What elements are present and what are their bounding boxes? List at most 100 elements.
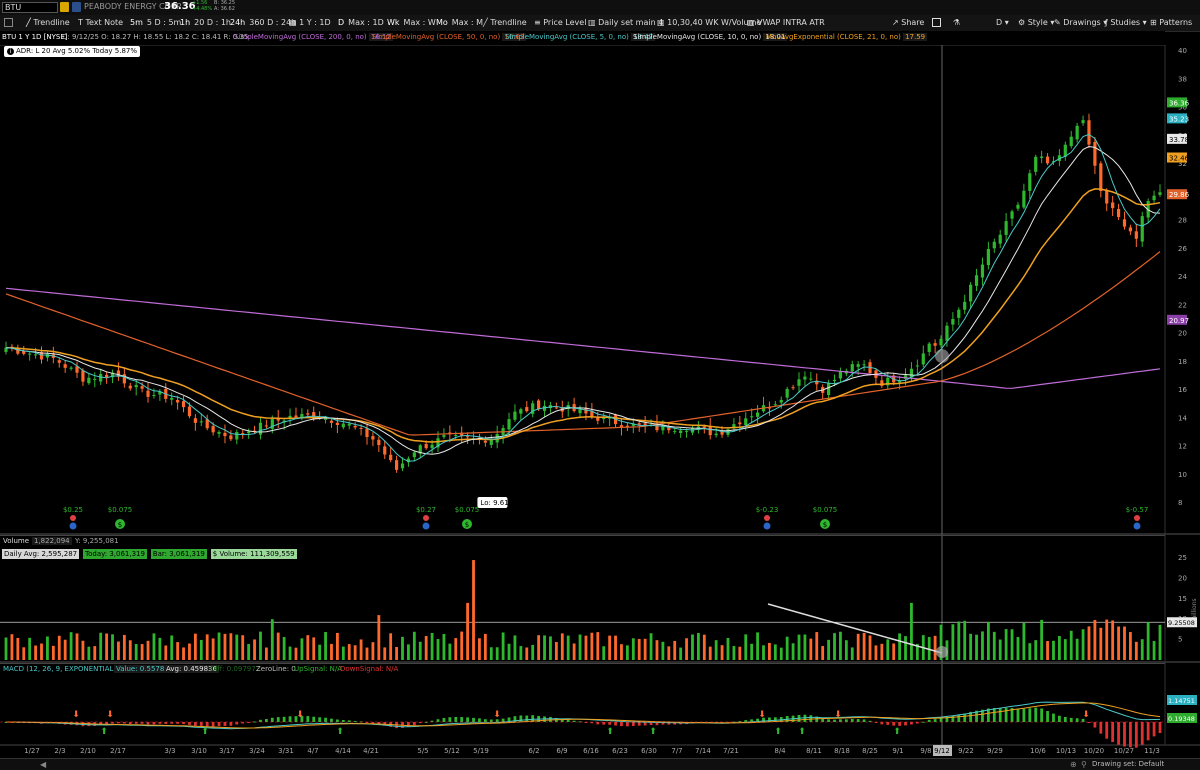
drawing-set[interactable]: Drawing set: Default: [1092, 760, 1164, 768]
volume-bar: [975, 634, 978, 660]
earnings-icon[interactable]: [70, 515, 76, 521]
candle: [525, 407, 529, 412]
macd-histogram-bar: [211, 722, 215, 727]
candle: [797, 379, 801, 386]
volume-bar: [596, 632, 600, 660]
candle: [1093, 141, 1097, 166]
volume-bar: [1146, 622, 1150, 660]
candle: [235, 432, 239, 440]
macd-histogram-bar: [1129, 722, 1132, 748]
candle: [389, 454, 393, 461]
candle: [679, 430, 683, 433]
volume-bar: [904, 636, 907, 660]
candle: [400, 463, 405, 469]
volume-bar: [158, 637, 162, 660]
macd-histogram-bar: [1146, 722, 1150, 741]
upsignal-arrow-icon: ⬆: [649, 727, 657, 737]
zoom-icon[interactable]: ⊕: [1070, 760, 1077, 769]
volume-y-readout: Y: 9,255,081: [75, 537, 119, 545]
volume-bar: [170, 635, 174, 660]
candle: [1128, 227, 1133, 232]
volume-bar: [620, 644, 623, 660]
volume-bar: [199, 639, 203, 660]
x-axis-tick: 10/6: [1030, 747, 1046, 755]
earnings-info-icon[interactable]: [763, 522, 771, 530]
candle: [974, 275, 979, 286]
volume-bar: [637, 638, 641, 660]
candle: [383, 446, 387, 455]
candle: [93, 378, 97, 380]
volume-bar: [910, 602, 913, 660]
candle: [187, 406, 192, 417]
volume-bar: [750, 643, 754, 660]
volume-bar: [566, 635, 570, 660]
volume-bar: [720, 645, 724, 660]
volume-bar: [81, 640, 85, 660]
price-axis-tick: 14: [1178, 414, 1187, 422]
volume-bar: [436, 639, 440, 660]
candle: [146, 390, 150, 397]
earnings-info-icon[interactable]: [69, 522, 77, 530]
candle: [264, 425, 268, 427]
earnings-info-icon[interactable]: [1133, 522, 1141, 530]
volume-bar: [608, 635, 612, 660]
x-axis-tick: 8/25: [862, 747, 878, 755]
earnings-icon[interactable]: [423, 515, 429, 521]
upsignal-arrow-icon: ⬆: [201, 727, 209, 737]
volume-bar: [211, 638, 215, 660]
volume-bar: [963, 620, 967, 660]
volume-bar: [347, 644, 351, 660]
candle: [199, 421, 203, 423]
macd-histogram-bar: [927, 719, 931, 722]
scroll-left-icon[interactable]: ◀: [40, 760, 46, 769]
candle: [211, 426, 215, 433]
candle: [377, 439, 381, 446]
event-label: $0.075: [813, 506, 838, 514]
volume-bar: [105, 633, 109, 660]
crosshair-marker[interactable]: [935, 349, 949, 364]
link-icon[interactable]: ⚲: [1081, 760, 1087, 769]
candle: [921, 353, 925, 365]
price-axis-tick: 28: [1178, 217, 1187, 225]
volume-bar: [738, 646, 742, 660]
bar-volume: Bar: 3,061,319: [150, 549, 207, 559]
macd-histogram-bar: [1105, 722, 1109, 739]
earnings-info-icon[interactable]: [422, 522, 430, 530]
volume-bar: [270, 619, 274, 660]
macd-histogram-bar: [856, 719, 860, 722]
x-axis-tick: 9/1: [892, 747, 903, 755]
volume-bar: [590, 632, 594, 660]
macd-histogram-bar: [614, 722, 617, 726]
candle: [750, 416, 754, 418]
volume-bar: [880, 643, 884, 660]
volume-bar: [223, 633, 227, 660]
candle: [442, 435, 446, 438]
x-axis-tick: 4/7: [307, 747, 318, 755]
candle: [140, 386, 144, 389]
volume-bar: [667, 646, 671, 660]
macd-histogram-bar: [454, 716, 458, 722]
volume-bar: [489, 647, 493, 660]
candle: [957, 309, 961, 318]
macd-histogram-bar: [1069, 717, 1073, 722]
volume-bar: [844, 640, 848, 660]
sma5-line: [5, 133, 1161, 462]
volume-bar: [631, 638, 635, 660]
macd-histogram-bar: [608, 722, 612, 725]
volume-bar: [294, 647, 298, 660]
candle: [128, 385, 132, 389]
candle: [785, 388, 789, 398]
price-tag-label: 20.97: [1169, 317, 1189, 325]
price-chart[interactable]: 40383634323028262422201816141210836.3635…: [0, 0, 1200, 769]
volume-bar: [152, 633, 156, 660]
x-axis-tick: 6/2: [528, 747, 539, 755]
volume-bar: [992, 631, 996, 660]
earnings-icon[interactable]: [764, 515, 770, 521]
daily-avg: Daily Avg: 2,595,287: [2, 549, 80, 559]
downsignal-arrow-icon: ⬇: [106, 710, 114, 720]
earnings-icon[interactable]: [1134, 515, 1140, 521]
candle: [1134, 231, 1138, 239]
volume-bar: [140, 644, 144, 660]
volume-trendline-handle[interactable]: [936, 646, 948, 658]
volume-bar: [549, 636, 552, 660]
